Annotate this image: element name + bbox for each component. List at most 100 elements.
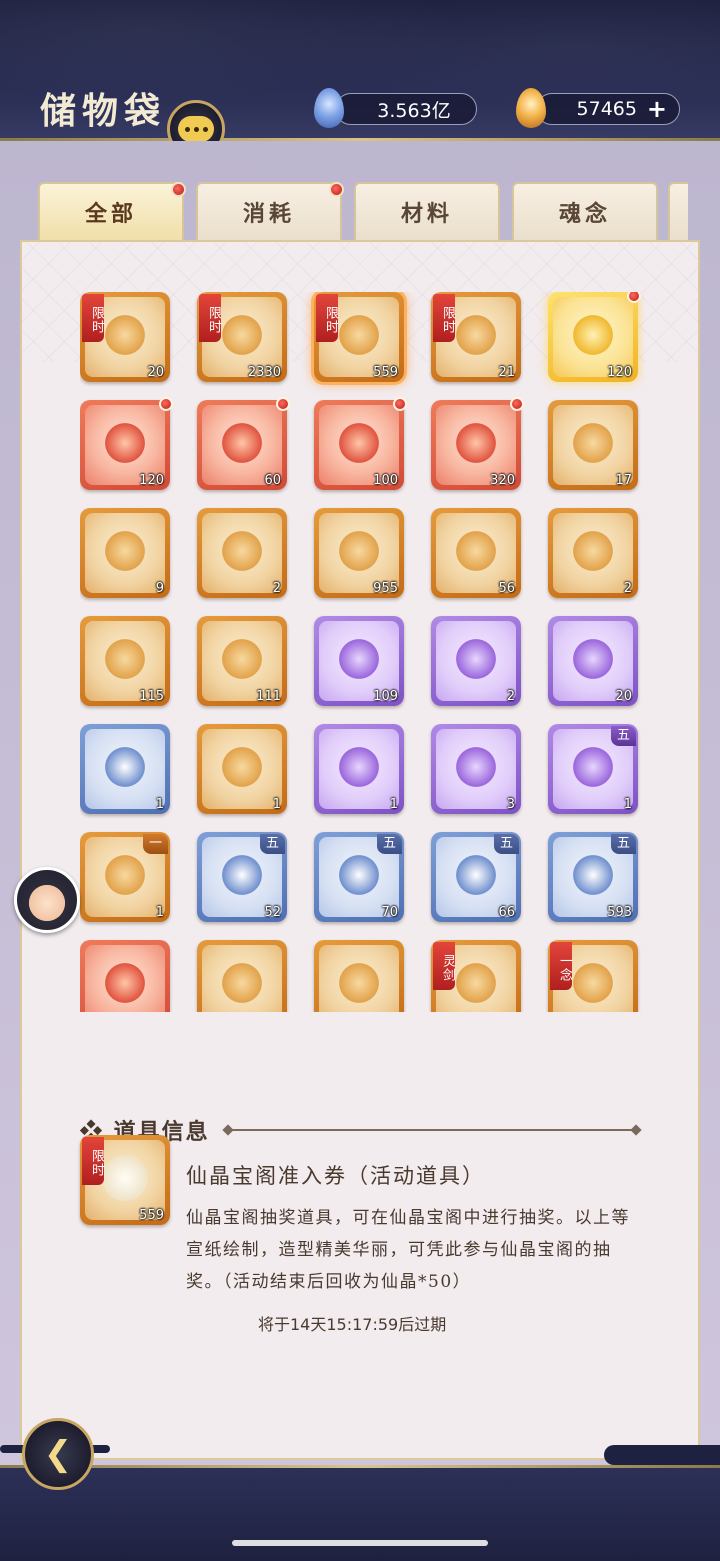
item-art-icon bbox=[453, 420, 499, 466]
inventory-item[interactable] bbox=[197, 940, 287, 1012]
item-art-icon bbox=[102, 960, 148, 1006]
notification-dot bbox=[276, 397, 290, 411]
item-art-icon bbox=[453, 744, 499, 790]
item-art-icon bbox=[102, 420, 148, 466]
item-art-icon bbox=[570, 420, 616, 466]
home-indicator[interactable] bbox=[232, 1540, 488, 1546]
inventory-item[interactable]: 111 bbox=[197, 616, 287, 706]
item-name: 仙晶宝阁准入券（活动道具） bbox=[186, 1164, 485, 1188]
item-art-icon bbox=[336, 744, 382, 790]
inventory-item[interactable]: 1 bbox=[197, 724, 287, 814]
inventory-item[interactable]: 五 66 bbox=[431, 832, 521, 922]
item-grade-badge: 五 bbox=[493, 834, 519, 854]
item-art-icon bbox=[570, 852, 616, 898]
item-count: 2330 bbox=[247, 365, 281, 380]
item-count: 120 bbox=[139, 473, 164, 488]
inventory-item[interactable]: 320 bbox=[431, 397, 524, 490]
inventory-item[interactable] bbox=[80, 940, 170, 1012]
inventory-item[interactable]: 1 bbox=[80, 724, 170, 814]
item-count: 9 bbox=[155, 581, 164, 596]
selected-item-count: 559 bbox=[139, 1208, 164, 1223]
item-count: 60 bbox=[264, 473, 281, 488]
inventory-item[interactable]: 955 bbox=[314, 508, 404, 598]
selected-item-icon: 限时 559 bbox=[80, 1135, 170, 1225]
inventory-item[interactable]: 1 bbox=[314, 724, 404, 814]
tab-label: 全部 bbox=[84, 201, 137, 227]
item-count: 100 bbox=[373, 473, 398, 488]
limited-tag: 限时 bbox=[82, 1137, 104, 1185]
item-art-icon bbox=[219, 312, 265, 358]
page-title: 储物袋 bbox=[40, 90, 167, 132]
inventory-item[interactable]: 一1 bbox=[80, 832, 170, 922]
item-count: 1 bbox=[155, 905, 164, 920]
inventory-item[interactable]: 115 bbox=[80, 616, 170, 706]
inventory-item[interactable]: 限时 20 bbox=[80, 292, 170, 382]
item-count: 3 bbox=[506, 797, 515, 812]
item-art-icon bbox=[102, 528, 148, 574]
inventory-item[interactable]: 五 70 bbox=[314, 832, 404, 922]
tab-overflow-edge bbox=[668, 182, 688, 240]
inventory-item[interactable]: 一念 bbox=[548, 940, 638, 1012]
item-art-icon bbox=[336, 528, 382, 574]
notification-dot bbox=[171, 182, 186, 197]
inventory-item[interactable]: 109 bbox=[314, 616, 404, 706]
inventory-item[interactable]: 9 bbox=[80, 508, 170, 598]
inventory-item[interactable]: 100 bbox=[314, 397, 407, 490]
inventory-item[interactable]: 限时 2330 bbox=[197, 292, 287, 382]
inventory-item[interactable]: 20 bbox=[548, 616, 638, 706]
inventory-item[interactable]: 3 bbox=[431, 724, 521, 814]
item-count: 17 bbox=[615, 473, 632, 488]
tab-label: 材料 bbox=[400, 201, 453, 227]
inventory-item[interactable]: 2 bbox=[548, 508, 638, 598]
back-arrow-icon: ❮ bbox=[43, 1434, 73, 1474]
item-tag: 限时 bbox=[82, 294, 104, 342]
inventory-item[interactable]: 五 52 bbox=[197, 832, 287, 922]
inventory-item[interactable]: 2 bbox=[431, 616, 521, 706]
item-art-icon bbox=[336, 420, 382, 466]
inventory-item[interactable] bbox=[314, 940, 404, 1012]
inventory-item[interactable]: 限时 21 bbox=[431, 292, 521, 382]
chat-bubble-icon bbox=[178, 116, 214, 142]
notification-dot bbox=[159, 397, 173, 411]
item-grade-badge: 一 bbox=[142, 834, 168, 854]
inventory-grid: 限时 20 限时 2330 限时 559 限时 21 120 120 60 100 320 17 9 2 955… bbox=[80, 292, 645, 1012]
item-art-icon bbox=[570, 744, 616, 790]
item-count: 52 bbox=[264, 905, 281, 920]
inventory-item[interactable]: 56 bbox=[431, 508, 521, 598]
inventory-item[interactable]: 五1 bbox=[548, 724, 638, 814]
inventory-item[interactable]: 120 bbox=[80, 397, 173, 490]
tab-1[interactable]: 消耗 bbox=[196, 182, 344, 240]
item-art-icon bbox=[453, 852, 499, 898]
spirit-gem-icon bbox=[314, 88, 344, 128]
tab-label: 魂念 bbox=[558, 201, 611, 227]
inventory-item[interactable]: 五 593 bbox=[548, 832, 638, 922]
add-currency-button[interactable]: + bbox=[647, 94, 667, 124]
item-art-icon bbox=[219, 852, 265, 898]
tab-0[interactable]: 全部 bbox=[38, 182, 186, 240]
item-art-icon bbox=[453, 960, 499, 1006]
back-button[interactable]: ❮ bbox=[22, 1418, 94, 1490]
item-count: 109 bbox=[373, 689, 398, 704]
tab-3[interactable]: 魂念 bbox=[512, 182, 658, 240]
item-art-icon bbox=[102, 636, 148, 682]
ticket-icon bbox=[102, 1155, 148, 1201]
item-count: 1 bbox=[389, 797, 398, 812]
item-count: 120 bbox=[607, 365, 632, 380]
item-grade-badge: 五 bbox=[376, 834, 402, 854]
inventory-item[interactable]: 17 bbox=[548, 400, 638, 490]
inventory-item[interactable]: 限时 559 bbox=[314, 292, 404, 382]
item-art-icon bbox=[453, 636, 499, 682]
tab-2[interactable]: 材料 bbox=[354, 182, 500, 240]
inventory-item[interactable]: 灵剑 bbox=[431, 940, 521, 1012]
companion-avatar[interactable] bbox=[14, 867, 80, 933]
item-art-icon bbox=[336, 852, 382, 898]
inventory-item[interactable]: 2 bbox=[197, 508, 287, 598]
item-expire-time: 将于14天15:17:59后过期 bbox=[258, 1315, 447, 1334]
item-art-icon bbox=[102, 312, 148, 358]
item-art-icon bbox=[102, 852, 148, 898]
item-count: 2 bbox=[506, 689, 515, 704]
item-grade-badge: 五 bbox=[610, 726, 636, 746]
inventory-item[interactable]: 120 bbox=[548, 292, 641, 382]
inventory-item[interactable]: 60 bbox=[197, 397, 290, 490]
notification-dot bbox=[627, 292, 641, 303]
